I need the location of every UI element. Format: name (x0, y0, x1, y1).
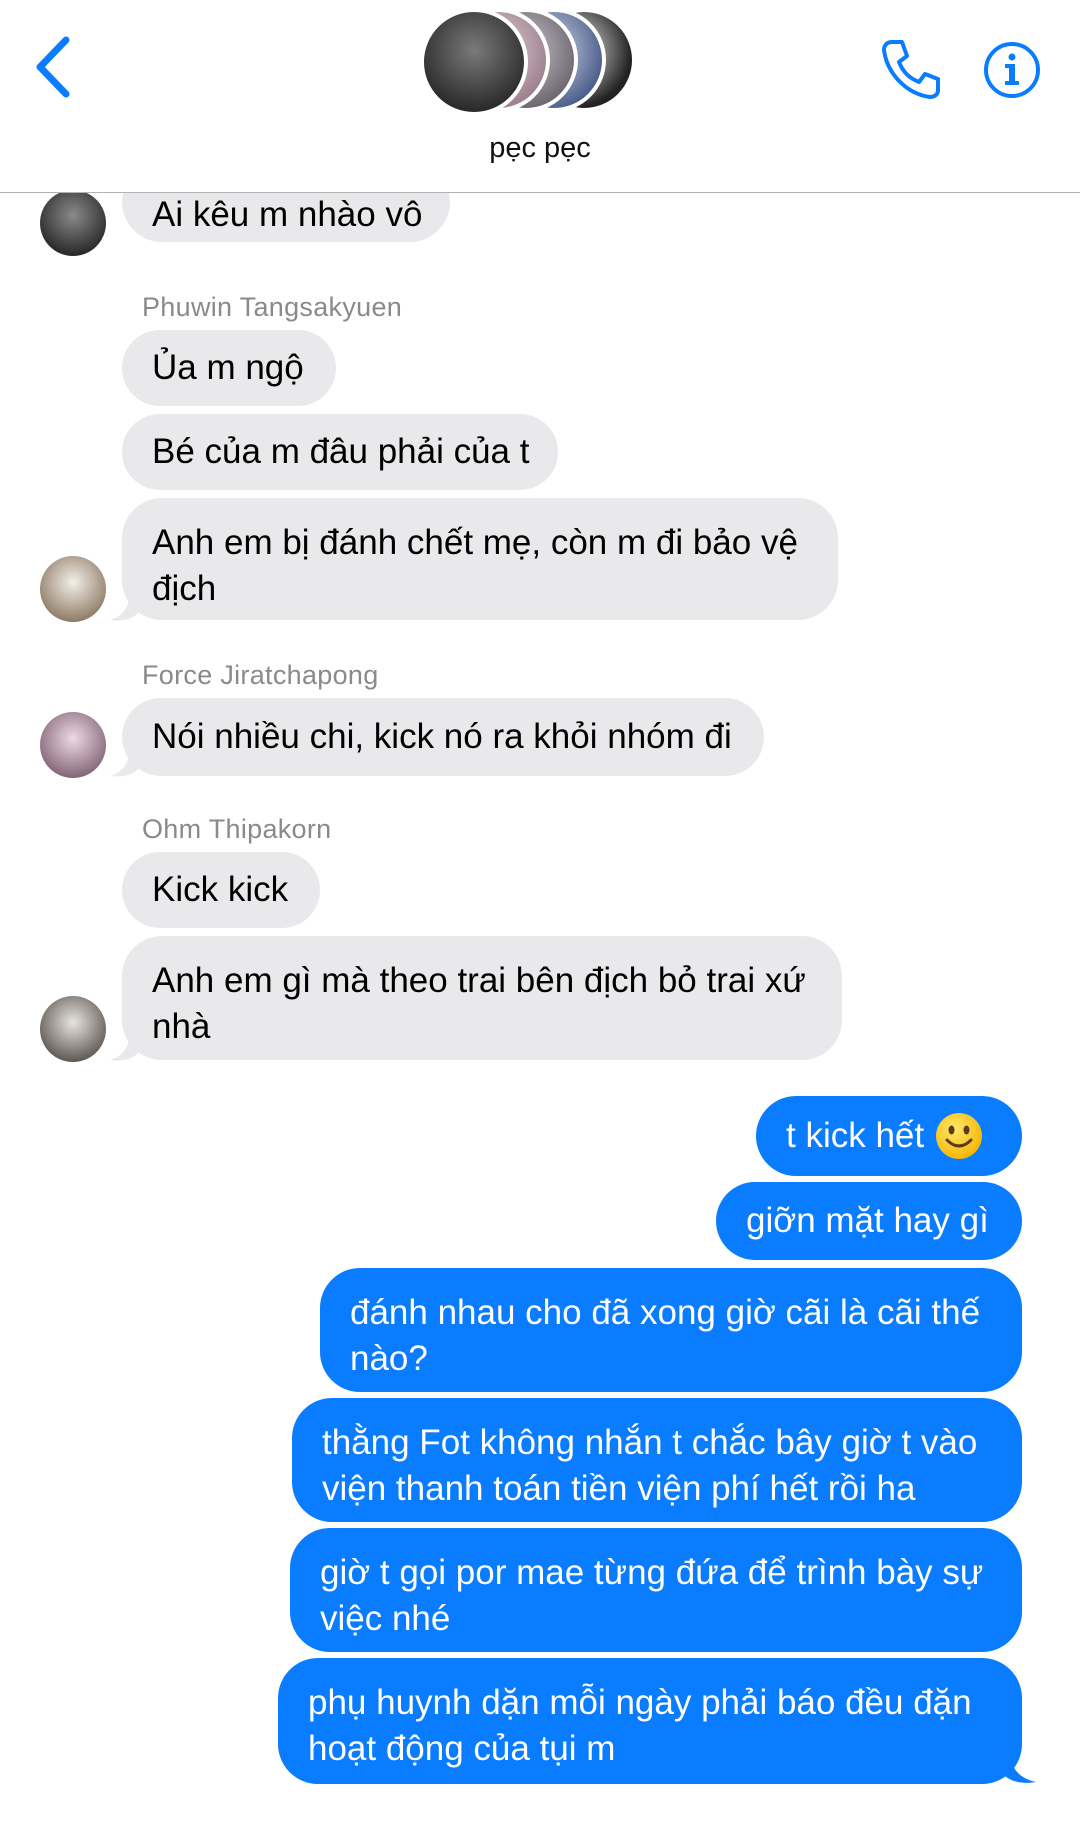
chat-header: pẹc pẹc (0, 0, 1080, 193)
message-text-line: viện thanh toán tiền viện phí hết rồi ha (322, 1469, 916, 1508)
message-text: giỡn mặt hay gì (746, 1201, 989, 1240)
outgoing-message[interactable]: đánh nhau cho đã xong giờ cãi là cãi thế… (320, 1268, 1022, 1392)
message-text-line: địch (152, 569, 217, 608)
sender-avatar[interactable] (40, 556, 106, 622)
message-text-line: nào? (350, 1339, 428, 1378)
message-text: Kick kick (152, 870, 289, 909)
outgoing-message[interactable]: giờ t gọi por mae từng đứa để trình bày … (290, 1528, 1022, 1652)
message-list[interactable]: Ai kêu m nhào vô Phuwin Tangsakyuen Ủa m… (0, 162, 1080, 1824)
sender-name: Force Jiratchapong (142, 660, 379, 690)
sender-name: Ohm Thipakorn (142, 814, 332, 844)
message-text-line: thằng Fot không nhắn t chắc bây giờ t và… (322, 1423, 978, 1462)
message-text: Bé của m đâu phải của t (152, 432, 530, 471)
chevron-left-icon[interactable] (30, 32, 80, 102)
group-member-avatar (420, 8, 528, 116)
message-text-line: giờ t gọi por mae từng đứa để trình bày … (320, 1553, 984, 1592)
message-text-line: nhà (152, 1007, 211, 1046)
chat-title[interactable]: pẹc pẹc (0, 132, 1080, 165)
incoming-message[interactable]: Nói nhiều chi, kick nó ra khỏi nhóm đi (122, 698, 764, 776)
outgoing-message[interactable]: t kick hết (756, 1096, 1022, 1176)
bubble-tail (1002, 1748, 1036, 1783)
bubble-tail (110, 1028, 140, 1061)
bubble-tail (110, 744, 140, 777)
sender-avatar[interactable] (40, 996, 106, 1062)
sender-avatar[interactable] (40, 712, 106, 778)
sender-name: Phuwin Tangsakyuen (142, 292, 403, 322)
outgoing-message[interactable]: giỡn mặt hay gì (716, 1182, 1022, 1260)
message-text-line: hoạt động của tụi m (308, 1729, 616, 1768)
group-avatar-stack[interactable] (420, 8, 660, 118)
message-text-line: việc nhé (320, 1599, 451, 1638)
incoming-message[interactable]: Ủa m ngộ (122, 330, 336, 406)
message-text-line: Anh em bị đánh chết mẹ, còn m đi bảo vệ (152, 523, 798, 562)
message-text-line: Anh em gì mà theo trai bên địch bỏ trai … (152, 961, 806, 1000)
sender-avatar[interactable] (40, 190, 106, 256)
slightly-smiling-face-icon (936, 1113, 983, 1159)
incoming-message[interactable]: Anh em gì mà theo trai bên địch bỏ trai … (122, 936, 842, 1060)
message-text: t kick hết (786, 1116, 925, 1155)
phone-icon[interactable] (878, 36, 944, 102)
message-text-line: phụ huynh dặn mỗi ngày phải báo đều đặn (308, 1683, 972, 1722)
bubble-tail (110, 588, 140, 621)
incoming-message[interactable]: Bé của m đâu phải của t (122, 414, 558, 490)
message-text-line: đánh nhau cho đã xong giờ cãi là cãi thế (350, 1293, 981, 1332)
message-text: Ủa m ngộ (152, 348, 304, 387)
message-text: Nói nhiều chi, kick nó ra khỏi nhóm đi (152, 717, 732, 756)
outgoing-message[interactable]: thằng Fot không nhắn t chắc bây giờ t và… (292, 1398, 1022, 1522)
incoming-message[interactable]: Anh em bị đánh chết mẹ, còn m đi bảo vệ … (122, 498, 838, 620)
info-icon[interactable] (982, 40, 1042, 100)
outgoing-message[interactable]: phụ huynh dặn mỗi ngày phải báo đều đặn … (278, 1658, 1022, 1784)
incoming-message[interactable]: Kick kick (122, 852, 320, 928)
